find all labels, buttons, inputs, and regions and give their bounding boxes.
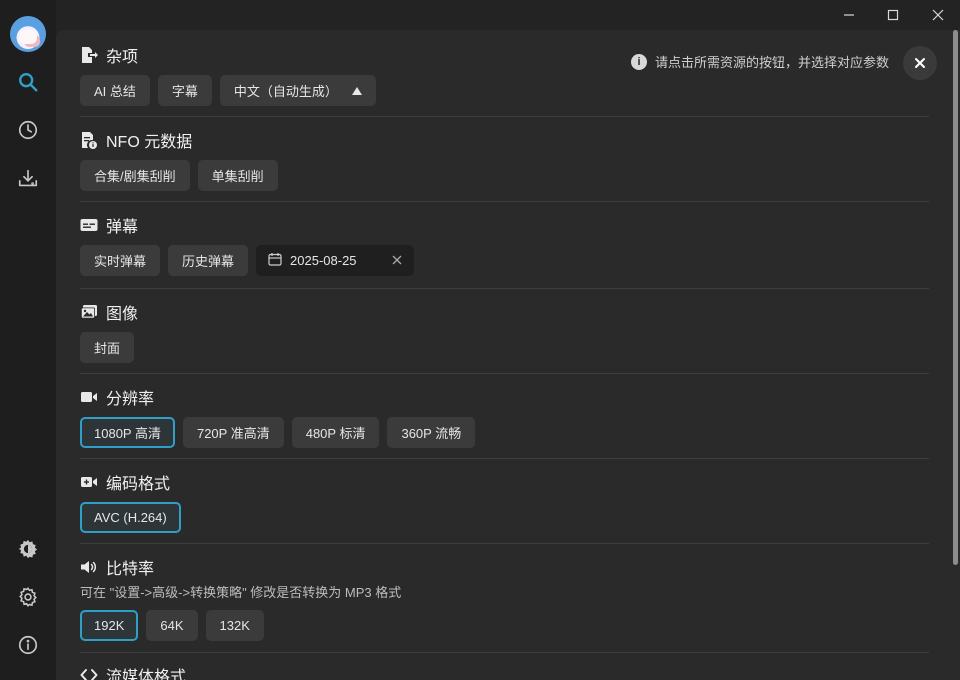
section-image: 图像 封面 xyxy=(80,301,929,363)
section-resolution: 分辨率 1080P 高清 720P 准高清 480P 标清 360P 流畅 xyxy=(80,386,929,448)
resolution-720p-button[interactable]: 720P 准高清 xyxy=(182,417,284,448)
triangle-up-icon xyxy=(351,86,362,95)
settings-icon[interactable] xyxy=(16,585,40,609)
date-picker-field[interactable]: 2025-08-25 xyxy=(256,245,415,276)
section-nfo: NFO 元数据 合集/剧集刮削 单集刮削 xyxy=(80,129,929,191)
section-stream-format: 流媒体格式 xyxy=(80,664,929,680)
section-title: 图像 xyxy=(106,306,139,323)
images-icon xyxy=(81,305,97,319)
divider xyxy=(80,288,929,289)
theme-gear-icon[interactable] xyxy=(16,537,40,561)
section-bitrate: 比特率 可在 "设置->高级->转换策略" 修改是否转换为 MP3 格式 192… xyxy=(80,556,929,641)
date-value: 2025-08-25 xyxy=(290,253,357,268)
ai-summary-button[interactable]: AI 总结 xyxy=(80,75,150,106)
resolution-360p-button[interactable]: 360P 流畅 xyxy=(387,417,476,448)
divider xyxy=(80,652,929,653)
search-icon[interactable] xyxy=(16,70,40,94)
video-plus-icon xyxy=(81,477,97,487)
subtitle-language-value: 中文（自动生成） xyxy=(233,84,338,99)
section-title: 弹幕 xyxy=(106,219,139,236)
codec-avc-button[interactable]: AVC (H.264) xyxy=(80,502,181,533)
clear-date-icon[interactable] xyxy=(392,253,402,268)
history-icon[interactable] xyxy=(16,118,40,142)
bitrate-64k-button[interactable]: 64K xyxy=(146,610,198,641)
divider xyxy=(80,201,929,202)
minimize-button[interactable] xyxy=(827,0,871,30)
scrollbar[interactable] xyxy=(951,30,960,680)
subtitle-language-select[interactable]: 中文（自动生成） xyxy=(219,75,376,106)
resolution-1080p-button[interactable]: 1080P 高清 xyxy=(80,417,175,448)
bitrate-132k-button[interactable]: 132K xyxy=(205,610,264,641)
file-info-icon xyxy=(82,132,97,149)
section-danmaku: 弹幕 实时弹幕 历史弹幕 2025-08-25 xyxy=(80,214,929,276)
about-icon[interactable] xyxy=(16,633,40,657)
section-title: 比特率 xyxy=(106,561,155,578)
divider xyxy=(80,543,929,544)
divider xyxy=(80,116,929,117)
section-misc: 杂项 AI 总结 字幕 中文（自动生成） xyxy=(80,44,929,106)
resource-panel: i 请点击所需资源的按钮，并选择对应参数 杂项 AI 总结 字幕 中文（自动生成… xyxy=(56,30,951,680)
user-avatar[interactable] xyxy=(10,16,46,52)
live-danmaku-button[interactable]: 实时弹幕 xyxy=(80,245,161,276)
bitrate-192k-button[interactable]: 192K xyxy=(80,610,139,641)
section-title: 编码格式 xyxy=(106,476,171,493)
section-title: 流媒体格式 xyxy=(106,669,187,680)
video-camera-icon xyxy=(81,392,97,402)
resolution-480p-button[interactable]: 480P 标清 xyxy=(291,417,380,448)
subtitle-button[interactable]: 字幕 xyxy=(157,75,212,106)
title-bar xyxy=(56,0,960,30)
history-danmaku-button[interactable]: 历史弹幕 xyxy=(168,245,249,276)
divider xyxy=(80,458,929,459)
download-icon[interactable] xyxy=(16,167,40,191)
sidebar xyxy=(0,0,56,680)
code-icon xyxy=(80,669,98,680)
calendar-icon xyxy=(268,252,282,269)
close-window-button[interactable] xyxy=(916,0,960,30)
cover-button[interactable]: 封面 xyxy=(80,332,135,363)
collection-scrape-button[interactable]: 合集/剧集刮削 xyxy=(80,160,190,191)
single-scrape-button[interactable]: 单集刮削 xyxy=(197,160,278,191)
divider xyxy=(80,373,929,374)
section-title: NFO 元数据 xyxy=(106,134,193,151)
subtitles-icon xyxy=(80,219,98,231)
speaker-icon xyxy=(81,561,96,573)
section-title: 分辨率 xyxy=(106,391,155,408)
scrollbar-thumb[interactable] xyxy=(953,30,958,565)
file-export-icon xyxy=(82,47,98,63)
section-codec: 编码格式 AVC (H.264) xyxy=(80,471,929,533)
section-title: 杂项 xyxy=(106,49,139,66)
maximize-button[interactable] xyxy=(871,0,915,30)
bitrate-note: 可在 "设置->高级->转换策略" 修改是否转换为 MP3 格式 xyxy=(80,585,402,600)
